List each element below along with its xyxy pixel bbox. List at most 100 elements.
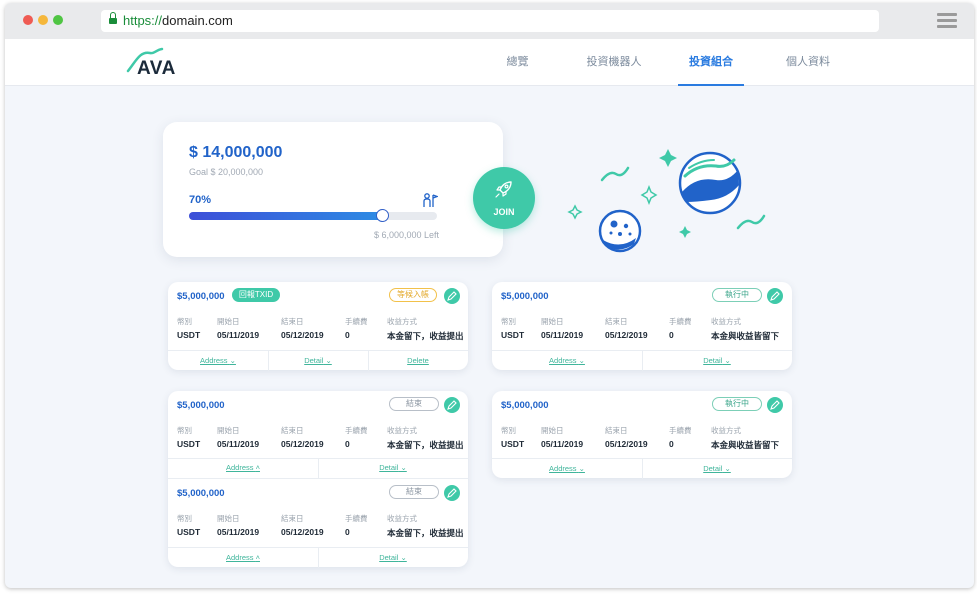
goal-card: $ 14,000,000 Goal $ 20,000,000 70% $ 6,0…	[163, 122, 503, 257]
method-label: 收益方式	[711, 426, 741, 435]
detail-link[interactable]: Detail ⌄	[642, 459, 792, 479]
detail-link-label: Detail	[703, 464, 723, 473]
pencil-icon	[447, 291, 457, 301]
start-label: 開始日	[217, 514, 240, 523]
status-badge: 執行中	[712, 397, 762, 411]
end-label: 結束日	[605, 317, 628, 326]
pencil-icon	[770, 291, 780, 301]
planet-small-icon	[598, 209, 642, 253]
address-link-label: Address	[549, 356, 577, 365]
detail-link[interactable]: Detail ⌄	[642, 351, 792, 371]
chevron-down-icon: ⌄	[724, 356, 731, 365]
chevron-down-icon: ⌄	[400, 553, 407, 562]
end-value: 05/12/2019	[605, 439, 648, 449]
txid-badge[interactable]: 回報TXID	[232, 288, 280, 302]
sparkle-small-icon	[567, 204, 583, 220]
join-label: JOIN	[493, 207, 515, 217]
currency-value: USDT	[501, 330, 525, 340]
address-link[interactable]: Address ⌄	[168, 351, 268, 371]
edit-button[interactable]	[444, 288, 460, 304]
end-label: 結束日	[281, 514, 304, 523]
planet-large-icon	[678, 151, 742, 215]
status-badge: 執行中	[712, 288, 762, 302]
start-label: 開始日	[541, 317, 564, 326]
space-illustration	[567, 149, 766, 253]
card-footer: Address ˄ Detail ⌄	[168, 547, 468, 568]
address-link[interactable]: Address ˄	[168, 458, 318, 478]
ava-logo[interactable]: AVA	[126, 47, 176, 79]
detail-link-label: Detail	[379, 463, 399, 472]
currency-value: USDT	[177, 439, 201, 449]
end-label: 結束日	[281, 317, 304, 326]
currency-value: USDT	[501, 439, 525, 449]
edit-button[interactable]	[444, 397, 460, 413]
method-value: 本金留下，收益提出	[387, 440, 464, 450]
current-amount: $ 14,000,000	[189, 144, 283, 161]
detail-link[interactable]: Detail ⌄	[268, 351, 368, 371]
edit-button[interactable]	[767, 288, 783, 304]
address-link[interactable]: Address ˄	[168, 548, 318, 568]
method-value: 本金與收益皆留下	[711, 331, 780, 341]
method-value: 本金留下，收益提出	[387, 331, 464, 341]
nav-overview[interactable]: 總覽	[495, 39, 540, 86]
browser-window: https://domain.com AVA 總覽 投資機器人 投資組合 個人資…	[5, 3, 974, 588]
chevron-up-icon: ˄	[255, 553, 260, 562]
card-divider	[168, 478, 468, 479]
progress-percent: 70%	[189, 194, 212, 206]
fee-label: 手續費	[345, 426, 368, 435]
maximize-window-button[interactable]	[53, 15, 63, 25]
method-label: 收益方式	[711, 317, 741, 326]
browser-toolbar: https://domain.com	[5, 3, 974, 39]
end-label: 結束日	[281, 426, 304, 435]
start-value: 05/11/2019	[217, 439, 260, 449]
squiggle-shape-2	[736, 214, 766, 230]
hamburger-menu-icon[interactable]	[937, 13, 957, 29]
detail-link[interactable]: Detail ⌄	[318, 548, 468, 568]
close-window-button[interactable]	[23, 15, 33, 25]
sparkle-filled-icon	[679, 226, 691, 238]
detail-link-label: Detail	[379, 553, 399, 562]
url-host: domain.com	[162, 13, 233, 28]
rocket-icon	[495, 181, 512, 198]
start-label: 開始日	[217, 317, 240, 326]
address-link[interactable]: Address ⌄	[492, 351, 642, 371]
nav-robot[interactable]: 投資機器人	[581, 39, 647, 86]
lock-icon	[109, 12, 117, 25]
investment-card: $5,000,000 回報TXID 等候入帳 幣別 開始日 結束日 手續費 收益…	[168, 282, 468, 371]
address-bar[interactable]: https://domain.com	[101, 10, 879, 32]
method-value: 本金與收益皆留下	[711, 440, 780, 450]
card-amount: $5,000,000	[501, 400, 549, 411]
fee-value: 0	[345, 439, 350, 449]
join-button[interactable]: JOIN	[473, 167, 535, 229]
start-value: 05/11/2019	[217, 527, 260, 537]
method-label: 收益方式	[387, 514, 417, 523]
card-amount: $5,000,000	[177, 400, 225, 411]
investment-card-group: $5,000,000 結束 幣別 開始日 結束日 手續費 收益方式 USDT 0…	[168, 391, 468, 568]
nav-portfolio[interactable]: 投資組合	[678, 39, 744, 86]
sparkle-outline-icon	[640, 184, 658, 206]
start-value: 05/11/2019	[541, 330, 584, 340]
minimize-window-button[interactable]	[38, 15, 48, 25]
status-badge: 等候入帳	[389, 288, 437, 302]
address-link[interactable]: Address ⌄	[492, 459, 642, 479]
fee-label: 手續費	[345, 317, 368, 326]
delete-link[interactable]: Delete	[368, 351, 468, 371]
edit-button[interactable]	[444, 485, 460, 501]
address-link-label: Address	[549, 464, 577, 473]
status-badge: 結束	[389, 485, 439, 499]
investment-card: $5,000,000 執行中 幣別 開始日 結束日 手續費 收益方式 USDT …	[492, 282, 792, 371]
card-footer: Address ⌄ Detail ⌄ Delete	[168, 350, 468, 371]
fee-label: 手續費	[345, 514, 368, 523]
sparkle-icon	[659, 149, 677, 167]
edit-button[interactable]	[767, 397, 783, 413]
start-value: 05/11/2019	[217, 330, 260, 340]
chevron-down-icon: ⌄	[724, 464, 731, 473]
delete-link-label: Delete	[407, 356, 429, 365]
nav-profile[interactable]: 個人資料	[775, 39, 841, 86]
detail-link[interactable]: Detail ⌄	[318, 458, 468, 478]
address-link-label: Address	[226, 553, 254, 562]
pencil-icon	[447, 400, 457, 410]
address-link-label: Address	[200, 356, 228, 365]
squiggle-shape	[600, 166, 630, 182]
end-value: 05/12/2019	[605, 330, 648, 340]
